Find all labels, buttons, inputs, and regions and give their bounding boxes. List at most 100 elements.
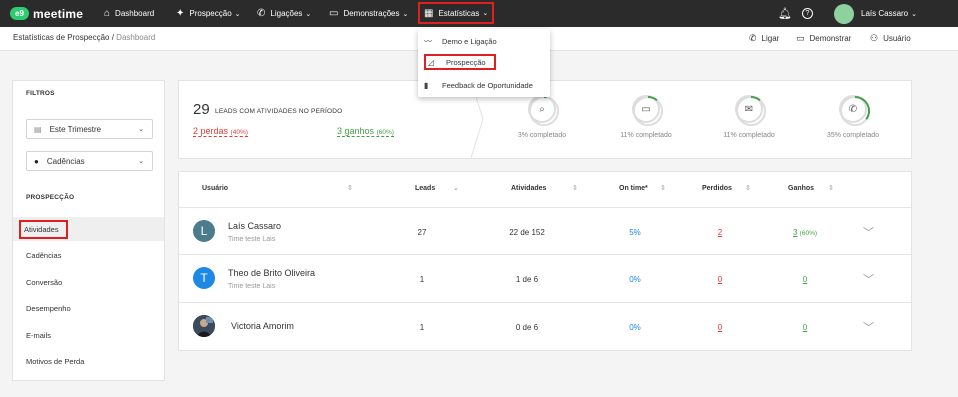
- sort-desc-icon[interactable]: ⌄: [453, 184, 459, 192]
- sidebar-item-desempenho[interactable]: Desempenho: [13, 296, 164, 320]
- ganhos-link[interactable]: 0: [775, 323, 835, 332]
- ganhos-cell[interactable]: 3 (60%): [775, 228, 835, 237]
- perdidos-link[interactable]: 0: [690, 275, 750, 284]
- table-row[interactable]: T Theo de Brito Oliveira Time teste Lais…: [179, 254, 911, 301]
- sort-icon[interactable]: ⇳: [660, 184, 666, 192]
- person-photo-icon: [193, 315, 215, 337]
- sort-icon[interactable]: ⇳: [347, 184, 353, 192]
- nav-estatisticas[interactable]: ▦ Estatísticas ⌄: [418, 2, 495, 24]
- kpi-chat[interactable]: ▭ 11% completado: [596, 95, 696, 139]
- area-chart-icon: ◿: [428, 57, 435, 67]
- sidebar-item-cadencias[interactable]: Cadências: [13, 243, 164, 267]
- header-leads[interactable]: Leads: [415, 185, 435, 192]
- expand-chevron-icon[interactable]: ﹀: [863, 224, 874, 240]
- nav-dashboard[interactable]: ⌂ Dashboard: [104, 0, 154, 27]
- leads-cell: 1: [419, 323, 425, 332]
- period-select[interactable]: ▤ Este Trimestre ⌄: [26, 119, 153, 139]
- nav-ligacoes[interactable]: ✆ Ligações ⌄: [257, 0, 311, 27]
- user-team: Time teste Lais: [228, 236, 276, 243]
- menu-item-feedback[interactable]: ▮ Feedback de Oportunidade: [424, 77, 533, 93]
- table-row[interactable]: L Laís Cassaro Time teste Lais 27 22 de …: [179, 207, 911, 254]
- perdidos-link[interactable]: 0: [690, 323, 750, 332]
- period-select-value: Este Trimestre: [49, 124, 102, 134]
- atividades-cell: 1 de 6: [515, 275, 539, 284]
- menu-item-demo-ligacao[interactable]: 〰 Demo e Ligação: [424, 33, 497, 49]
- bell-icon: 🔔︎: [778, 8, 792, 20]
- statistics-dropdown-menu: 〰 Demo e Ligação ◿ Prospecção ▮ Feedback…: [418, 29, 550, 97]
- sidebar-item-motivos-perda[interactable]: Motivos de Perda: [13, 349, 164, 373]
- user-menu[interactable]: Laís Cassaro ⌄: [834, 0, 917, 27]
- kpi-label: 11% completado: [723, 132, 775, 139]
- chevron-down-icon: ⌄: [305, 10, 312, 18]
- ganhos-link[interactable]: 3: [793, 228, 797, 237]
- sidebar-item-label: Cadências: [26, 250, 62, 260]
- cadence-select[interactable]: ● Cadências ⌄: [26, 151, 153, 171]
- sort-icon[interactable]: ⇳: [572, 184, 578, 192]
- kpi-ring: ⌕: [528, 95, 559, 126]
- expand-chevron-icon[interactable]: ﹀: [863, 271, 874, 287]
- ganhos-pct: (60%): [799, 230, 818, 237]
- header-usuario[interactable]: Usuário: [202, 185, 228, 192]
- avatar-photo: [193, 315, 215, 337]
- header-ganhos[interactable]: Ganhos: [788, 185, 814, 192]
- sidebar-item-conversao[interactable]: Conversão: [13, 270, 164, 294]
- kpi-search[interactable]: ⌕ 3% completado: [492, 95, 592, 139]
- ganhos-link[interactable]: 0: [775, 275, 835, 284]
- chevron-down-icon: ⌄: [482, 10, 489, 17]
- sidebar-item-emails[interactable]: E-mails: [13, 323, 164, 347]
- header-ontime[interactable]: On time*: [619, 185, 648, 192]
- avatar: T: [193, 267, 215, 289]
- filters-sidebar: FILTROS ▤ Este Trimestre ⌄ ● Cadências ⌄…: [12, 80, 165, 381]
- menu-item-label: Prospecção: [446, 57, 486, 67]
- calendar-icon: ▤: [34, 124, 42, 134]
- atividades-cell: 22 de 152: [509, 228, 545, 237]
- ontime-cell: 5%: [629, 228, 641, 237]
- phone-icon: ✆: [749, 33, 757, 43]
- help-button[interactable]: ?: [802, 0, 813, 27]
- kpi-mail[interactable]: ✉ 11% completado: [699, 95, 799, 139]
- nav-estatisticas-label: Estatísticas: [438, 8, 480, 18]
- menu-item-prospeccao[interactable]: ◿ Prospecção: [424, 54, 496, 70]
- ontime-cell: 0%: [629, 323, 641, 332]
- kpi-ring: ✉: [735, 95, 766, 126]
- breadcrumb-parent[interactable]: Estatísticas de Prospecção /: [13, 33, 114, 42]
- sort-icon[interactable]: ⇳: [828, 184, 834, 192]
- nav-demonstracoes[interactable]: ▭ Demonstrações ⌄: [329, 0, 408, 27]
- demonstrar-button[interactable]: ▭ Demonstrar: [796, 33, 851, 44]
- demonstrar-label: Demonstrar: [809, 34, 852, 43]
- sidebar-item-atividades[interactable]: Atividades: [13, 217, 164, 241]
- ganhos-stat[interactable]: 3 ganhos (60%): [337, 126, 394, 137]
- nav-demonstracoes-label: Demonstrações: [343, 9, 400, 18]
- progress-ring: [736, 96, 766, 126]
- leads-cell: 27: [417, 228, 427, 237]
- kpi-phone[interactable]: ✆ 35% completado: [803, 95, 903, 139]
- expand-chevron-icon[interactable]: ﹀: [863, 319, 874, 335]
- gear-icon: ✦: [176, 8, 185, 19]
- nav-prospeccao[interactable]: ✦ Prospecção ⌄: [176, 0, 241, 27]
- phone-icon: ✆: [257, 8, 266, 19]
- menu-item-label: Demo e Ligação: [442, 36, 497, 46]
- bell-button[interactable]: 🔔︎: [778, 0, 792, 27]
- kpi-label: 35% completado: [826, 132, 880, 139]
- usuario-button[interactable]: ⚇ Usuário: [870, 33, 911, 44]
- perdas-stat[interactable]: 2 perdas (40%): [193, 126, 248, 137]
- logo-mark: e9: [10, 7, 29, 20]
- sort-icon[interactable]: ⇳: [745, 184, 751, 192]
- header-perdidos[interactable]: Perdidos: [702, 185, 732, 192]
- ligar-label: Ligar: [761, 34, 780, 43]
- chart-icon: ▦: [424, 7, 434, 19]
- chevron-down-icon: ⌄: [911, 10, 918, 18]
- avatar: L: [193, 220, 215, 242]
- header-atividades[interactable]: Atividades: [511, 185, 546, 192]
- ligar-button[interactable]: ✆ Ligar: [749, 33, 779, 44]
- table-row[interactable]: Victoria Amorim 1 0 de 6 0% 0 0 ﹀: [179, 302, 911, 349]
- help-icon: ?: [802, 8, 813, 19]
- leads-count: 29: [193, 101, 210, 118]
- progress-ring: [840, 96, 870, 126]
- sidebar-item-label: Atividades: [19, 219, 68, 239]
- leads-label: LEADS COM ATIVIDADES NO PERÍODO: [215, 108, 343, 115]
- kpi-ring: ✆: [839, 95, 870, 126]
- logo[interactable]: e9 meetime: [10, 0, 83, 27]
- progress-ring: [529, 96, 559, 126]
- perdidos-link[interactable]: 2: [690, 228, 750, 237]
